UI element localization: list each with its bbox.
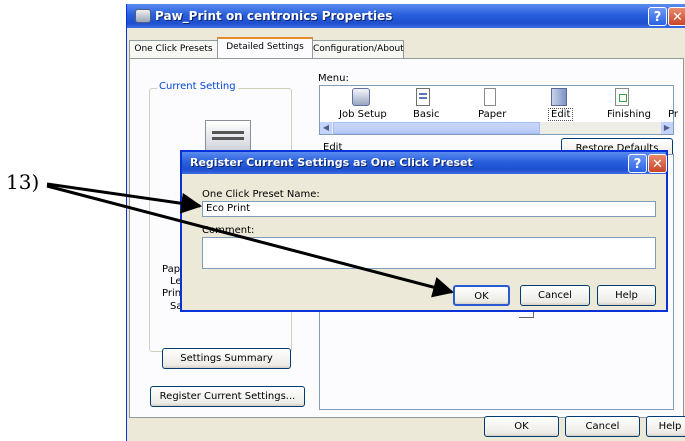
scrollbar-thumb[interactable] [333, 122, 540, 134]
tab-configuration-about[interactable]: Configuration/About [312, 40, 404, 58]
dialog-help-button[interactable]: Help [597, 285, 656, 306]
dialog-titlebar[interactable]: Register Current Settings as One Click P… [182, 152, 667, 174]
menu-item-job-setup[interactable]: Job Setup [339, 109, 387, 120]
menu-label: Menu: [318, 73, 349, 84]
dialog-ok-button[interactable]: OK [453, 285, 510, 306]
preset-name-value: Eco Print [206, 203, 251, 214]
comment-label: Comment: [202, 225, 255, 236]
cancel-button[interactable]: Cancel [565, 416, 640, 437]
step-annotation-label: 13) [6, 170, 40, 194]
scroll-left-arrow-icon[interactable]: ◀ [320, 122, 332, 134]
menu-item-basic[interactable]: Basic [413, 109, 439, 120]
printer-app-icon [135, 9, 151, 23]
dialog-title: Register Current Settings as One Click P… [190, 156, 473, 169]
close-title-button[interactable]: ✕ [668, 7, 685, 26]
window-titlebar[interactable]: Paw_Print on centronics Properties ? ✕ [127, 4, 685, 28]
scroll-right-arrow-icon[interactable]: ▶ [661, 122, 673, 134]
paper-icon [484, 88, 496, 106]
menu-item-finishing[interactable]: Finishing [607, 109, 651, 120]
preset-name-input[interactable]: Eco Print [202, 201, 656, 217]
finishing-icon [615, 88, 629, 106]
help-title-button[interactable]: ? [648, 7, 667, 26]
help-button[interactable]: Help [646, 416, 685, 437]
ok-button[interactable]: OK [484, 416, 559, 437]
edit-icon [551, 88, 567, 106]
dialog-close-title-button[interactable]: ✕ [648, 154, 667, 173]
settings-summary-button[interactable]: Settings Summary [162, 348, 291, 369]
menu-item-edit[interactable]: Edit [548, 108, 574, 121]
preset-name-label: One Click Preset Name: [202, 189, 320, 200]
menu-item-paper[interactable]: Paper [478, 109, 506, 120]
tab-detailed-settings[interactable]: Detailed Settings [217, 37, 313, 59]
window-title: Paw_Print on centronics Properties [155, 9, 393, 23]
job-setup-icon [352, 88, 370, 106]
menu-item-truncated[interactable]: Pr [668, 109, 678, 120]
dialog-cancel-button[interactable]: Cancel [520, 285, 590, 306]
basic-icon [416, 88, 430, 106]
dialog-help-title-button[interactable]: ? [628, 154, 647, 173]
tab-one-click-presets[interactable]: One Click Presets [129, 40, 218, 58]
comment-input[interactable] [202, 237, 656, 269]
register-preset-dialog: Register Current Settings as One Click P… [180, 150, 668, 312]
current-setting-label: Current Setting [157, 81, 238, 92]
register-current-settings-button[interactable]: Register Current Settings... [150, 386, 305, 407]
